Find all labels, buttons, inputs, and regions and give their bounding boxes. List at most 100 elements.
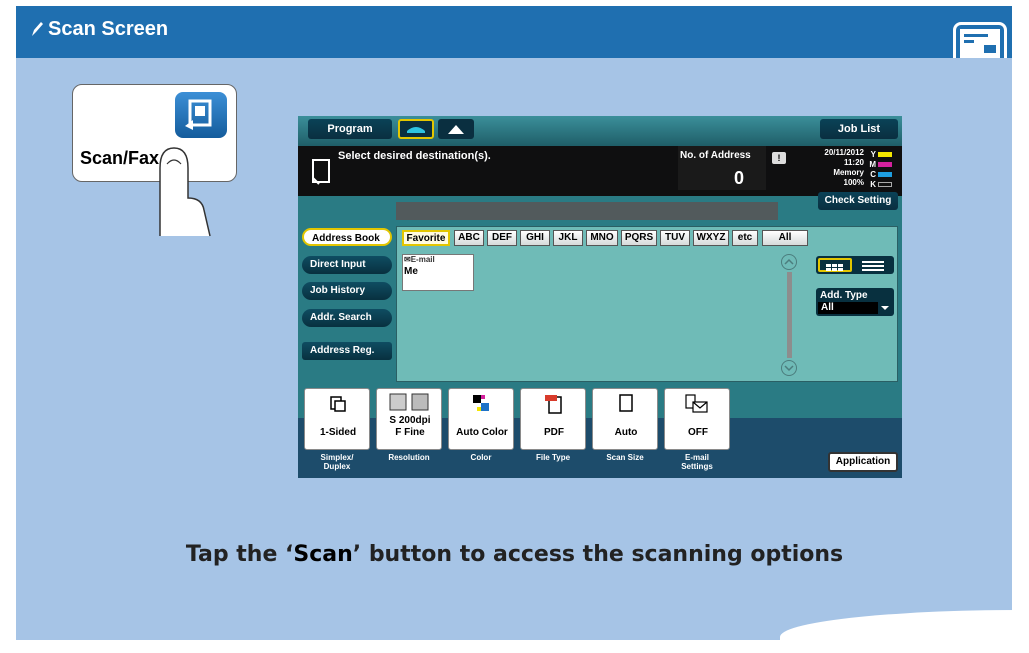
scan-size-value: Auto xyxy=(614,427,638,438)
resolution-caption: Resolution xyxy=(388,453,430,462)
resolution-icon xyxy=(389,393,429,411)
toner-c-bar xyxy=(878,172,892,177)
pencil-icon xyxy=(32,22,43,36)
entry-type: ✉E-mail xyxy=(404,255,435,264)
add-type-selector[interactable]: Add. Type All xyxy=(816,288,894,316)
status-date: 20/11/2012 xyxy=(824,148,864,157)
direct-input-button[interactable]: Direct Input xyxy=(302,256,392,274)
list-icon xyxy=(862,261,884,271)
color-button[interactable]: Auto Color xyxy=(448,388,514,450)
email-settings-caption-2: Settings xyxy=(681,462,713,471)
finger-icon xyxy=(159,147,211,237)
mail-icon: ✉ xyxy=(404,255,411,264)
file-type-button[interactable]: PDF xyxy=(520,388,586,450)
email-settings-caption: E-mail Settings xyxy=(664,453,730,471)
memory-label: Memory xyxy=(833,168,864,177)
grid-icon xyxy=(826,264,843,271)
job-list-button[interactable]: Job List xyxy=(820,119,898,139)
email-settings-icon xyxy=(685,394,708,413)
list-view-button[interactable] xyxy=(858,258,892,272)
scan-mode-button[interactable] xyxy=(438,119,474,139)
grid-view-button[interactable] xyxy=(818,258,852,272)
scroll-up-button[interactable] xyxy=(781,254,797,270)
application-button[interactable]: Application xyxy=(828,452,898,472)
toner-m-label: M xyxy=(869,160,876,169)
toner-m-bar xyxy=(878,162,892,167)
slide: Scan Screen Scan/Fax Program Job List Se… xyxy=(0,0,1029,653)
toner-c-label: C xyxy=(870,170,876,179)
tab-all[interactable]: All xyxy=(762,230,808,246)
slide-title: Scan Screen xyxy=(48,18,169,40)
duplex-icon xyxy=(330,396,346,412)
caption-prefix: Tap the ‘ xyxy=(185,542,294,567)
simplex-duplex-caption-1: Simplex/ xyxy=(320,453,354,462)
tab-jkl[interactable]: JKL xyxy=(553,230,583,246)
fax-mode-button[interactable] xyxy=(398,119,434,139)
tab-wxyz[interactable]: WXYZ xyxy=(693,230,729,246)
tab-def[interactable]: DEF xyxy=(487,230,517,246)
add-type-value: All xyxy=(818,302,878,314)
simplex-duplex-button[interactable]: 1-Sided xyxy=(304,388,370,450)
simplex-duplex-value: 1-Sided xyxy=(319,427,357,438)
address-search-button[interactable]: Addr. Search xyxy=(302,309,392,327)
scanfax-label: Scan/Fax xyxy=(80,148,160,168)
pdf-icon xyxy=(545,395,562,414)
job-history-button[interactable]: Job History xyxy=(302,282,392,300)
warning-icon[interactable]: ! xyxy=(772,152,786,164)
status-message: Select desired destination(s). xyxy=(338,150,491,162)
simplex-duplex-caption: Simplex/ Duplex xyxy=(304,453,370,471)
phone-icon xyxy=(407,127,425,133)
page-icon xyxy=(619,394,633,412)
instruction-caption: Tap the ‘Scan’ button to access the scan… xyxy=(0,542,1029,567)
color-caption: Color xyxy=(470,453,492,462)
toner-k-bar xyxy=(878,182,892,187)
tab-pqrs[interactable]: PQRS xyxy=(621,230,657,246)
email-settings-button[interactable]: OFF xyxy=(664,388,730,450)
scrollbar-track[interactable] xyxy=(787,272,792,358)
color-value: Auto Color xyxy=(456,427,508,438)
scan-size-button[interactable]: Auto xyxy=(592,388,658,450)
caption-scan-word: Scan xyxy=(293,542,353,567)
tab-abc[interactable]: ABC xyxy=(454,230,484,246)
scanner-lid-icon xyxy=(448,125,464,134)
mfp-screen: Program Job List Select desired destinat… xyxy=(298,116,902,478)
toner-y-bar xyxy=(878,152,892,157)
add-type-label: Add. Type xyxy=(820,290,868,301)
scanner-icon xyxy=(175,92,227,138)
tab-ghi[interactable]: GHI xyxy=(520,230,550,246)
file-type-value: PDF xyxy=(544,427,564,438)
email-settings-caption-1: E-mail xyxy=(684,453,709,462)
status-time: 11:20 xyxy=(843,158,864,167)
entry-name: Me xyxy=(404,266,418,277)
tab-etc[interactable]: etc xyxy=(732,230,758,246)
entry-type-label: E-mail xyxy=(410,255,435,264)
color-icon xyxy=(473,395,489,411)
tab-mno[interactable]: MNO xyxy=(586,230,618,246)
tab-tuv[interactable]: TUV xyxy=(660,230,690,246)
document-icon xyxy=(312,159,330,185)
resolution-button[interactable]: S 200dpi F Fine xyxy=(376,388,442,450)
scroll-down-button[interactable] xyxy=(781,360,797,376)
toner-k-label: K xyxy=(870,180,876,189)
memory-value: 100% xyxy=(843,178,864,187)
view-toggle xyxy=(816,256,894,274)
program-button[interactable]: Program xyxy=(308,119,392,139)
chevron-down-icon xyxy=(784,365,794,372)
check-setting-button[interactable]: Check Setting xyxy=(818,192,898,210)
email-settings-value: OFF xyxy=(688,427,708,438)
toner-y-label: Y xyxy=(870,150,876,159)
simplex-duplex-caption-2: Duplex xyxy=(323,462,351,471)
file-type-caption: File Type xyxy=(535,453,571,462)
resolution-value-2: F Fine xyxy=(395,427,425,438)
address-book-button[interactable]: Address Book xyxy=(302,228,392,246)
chevron-up-icon xyxy=(784,258,794,265)
resolution-value-1: S 200dpi xyxy=(389,415,431,426)
scan-size-caption: Scan Size xyxy=(606,453,644,462)
dropdown-arrow-icon xyxy=(881,306,889,310)
address-count-value: 0 xyxy=(734,168,745,188)
caption-suffix: ’ button to access the scanning options xyxy=(352,542,844,567)
destination-field[interactable] xyxy=(396,202,778,220)
tab-favorite[interactable]: Favorite xyxy=(402,230,450,246)
address-count-label: No. of Address xyxy=(680,150,751,161)
address-register-button[interactable]: Address Reg. xyxy=(302,342,392,360)
